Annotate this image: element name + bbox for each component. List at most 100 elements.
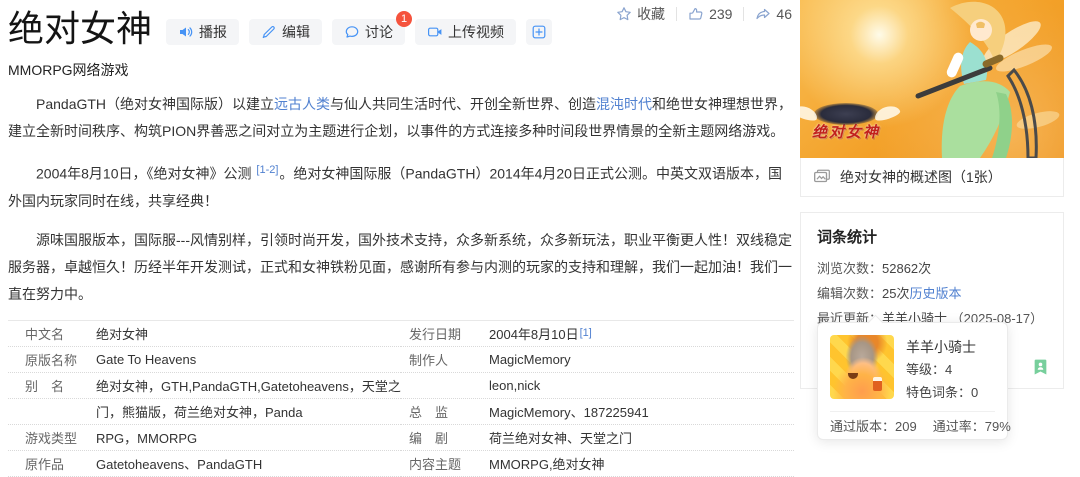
hero-image[interactable]: 绝对女神	[800, 0, 1064, 158]
divider	[743, 7, 744, 21]
infobox-row: 中文名绝对女神	[8, 321, 401, 347]
text-segment: 2004年8月10日，《绝对女神》公测	[36, 166, 255, 182]
infobox-value: Gate To Heavens	[96, 352, 196, 367]
infobox-value: 2004年8月10日	[489, 324, 579, 343]
text-segment: 与仙人共同生活时代、开创全新世界、创造	[330, 96, 596, 112]
infobox-value: MMORPG,绝对女神	[489, 454, 605, 473]
speaker-icon	[178, 24, 194, 40]
infobox-row: 别 名绝对女神，GTH,PandaGTH,Gatetoheavens，天堂之	[8, 373, 401, 399]
stat-label: 编辑次数：	[817, 286, 882, 301]
infobox-value: 绝对女神	[96, 324, 148, 343]
passed-label: 通过版本：	[830, 419, 895, 434]
album-caption: 绝对女神的概述图（1张）	[840, 167, 1002, 187]
action-label: 讨论	[365, 22, 393, 42]
action-label: 播报	[199, 22, 227, 42]
user-card-tooltip: 羊羊小骑士 等级：4 特色词条：0 通过版本：209 通过率：79%	[817, 322, 1008, 440]
upload-video-button[interactable]: 上传视频	[415, 19, 516, 45]
text-segment: PandaGTH（绝对女神国际版）以建立	[36, 96, 274, 112]
entry-subtitle: MMORPG网络游戏	[8, 60, 794, 80]
infobox-value: 绝对女神，GTH,PandaGTH,Gatetoheavens，天堂之	[96, 376, 401, 395]
infobox-row: 编 剧荷兰绝对女神、天堂之门	[401, 425, 794, 451]
infobox-label: 制作人	[401, 350, 489, 369]
infobox-col-left: 中文名绝对女神原版名称Gate To Heavens别 名绝对女神，GTH,Pa…	[8, 321, 401, 477]
infobox-row: 内容主题MMORPG,绝对女神	[401, 451, 794, 477]
user-name[interactable]: 羊羊小骑士	[906, 336, 978, 358]
stat-value: 52862次	[882, 261, 931, 276]
share-button[interactable]: 46	[755, 6, 792, 22]
infobox-row: 原作品Gatetoheavens、PandaGTH	[8, 451, 401, 477]
favorite-button[interactable]: 收藏	[616, 4, 665, 24]
inline-link[interactable]: 远古人类	[274, 96, 330, 112]
overview-album-link[interactable]: 绝对女神的概述图（1张）	[800, 158, 1064, 197]
chat-icon	[344, 24, 360, 40]
stat-value: 25次	[882, 286, 909, 301]
logo-emblem	[814, 103, 878, 125]
infobox-col-right: 发行日期2004年8月10日[1]制作人MagicMemoryleon,nick…	[401, 321, 794, 477]
page-toolbar: 收藏 239 46	[616, 4, 792, 24]
divider	[676, 7, 677, 21]
action-label: 编辑	[282, 22, 310, 42]
infobox-row: 门，熊猫版，荷兰绝对女神，Panda	[8, 399, 401, 425]
user-avatar[interactable]	[830, 335, 894, 399]
infobox-label: 发行日期	[401, 324, 489, 343]
infobox-value: Gatetoheavens、PandaGTH	[96, 454, 262, 473]
action-label: 上传视频	[448, 22, 504, 42]
level-value: 4	[945, 362, 952, 377]
main-content: 绝对女神 播报 编辑 讨论1 上传视频 MMORPG网络游戏 PandaGTH（绝对女…	[8, 0, 794, 477]
infobox-value: MagicMemory、187225941	[489, 402, 649, 421]
text-segment: 源味国服版本，国际服---风情别样，引领时尚开发，国外技术支持，众多新系统，众多…	[8, 232, 792, 302]
infobox-value: leon,nick	[489, 378, 540, 393]
stats-title: 词条统计	[817, 226, 1047, 247]
thumb-up-icon	[688, 6, 704, 22]
inline-link[interactable]: 混沌时代	[596, 96, 652, 112]
discuss-button[interactable]: 讨论1	[332, 19, 405, 45]
infobox-label: 总 监	[401, 402, 489, 421]
infobox-row: 制作人MagicMemory	[401, 347, 794, 373]
level-label: 等级：	[906, 362, 945, 377]
broadcast-button[interactable]: 播报	[166, 19, 239, 45]
entry-title: 绝对女神	[8, 6, 152, 52]
infobox-label: 别 名	[8, 376, 96, 395]
infobox-row: 游戏类型RPG，MMORPG	[8, 425, 401, 451]
passed-versions: 通过版本：209	[830, 412, 917, 442]
like-count: 239	[709, 6, 732, 22]
plus-box-icon	[531, 24, 547, 40]
pass-rate: 通过率：79%	[933, 412, 1011, 442]
stat-row: 编辑次数：25次历史版本	[817, 281, 1047, 306]
header-actions: 播报 编辑 讨论1 上传视频	[166, 19, 552, 45]
share-icon	[755, 6, 771, 22]
reference-link[interactable]: [1-2]	[256, 164, 278, 176]
rate-value: 79%	[985, 419, 1011, 434]
video-icon	[427, 24, 443, 40]
reference-link[interactable]: [1]	[580, 327, 592, 339]
star-icon	[616, 6, 632, 22]
certified-badge-icon	[1032, 357, 1049, 377]
paragraph: 源味国服版本，国际服---风情别样，引领时尚开发，国外技术支持，众多新系统，众多…	[8, 227, 794, 308]
share-count: 46	[776, 6, 792, 22]
game-logo: 绝对女神	[812, 103, 880, 142]
infobox-label: 中文名	[8, 324, 96, 343]
like-button[interactable]: 239	[688, 6, 732, 22]
infobox: 中文名绝对女神原版名称Gate To Heavens别 名绝对女神，GTH,Pa…	[8, 320, 794, 477]
favorite-label: 收藏	[637, 4, 665, 24]
infobox-row: 发行日期2004年8月10日[1]	[401, 321, 794, 347]
user-level-row: 等级：4	[906, 358, 978, 381]
infobox-label: 原版名称	[8, 350, 96, 369]
stats-rows: 浏览次数：52862次编辑次数：25次历史版本最近更新：羊羊小骑士 （2025-…	[817, 256, 1047, 331]
edit-button[interactable]: 编辑	[249, 19, 322, 45]
rate-label: 通过率：	[933, 419, 985, 434]
history-versions-link[interactable]: 历史版本	[909, 286, 961, 301]
infobox-label: 内容主题	[401, 454, 489, 473]
featured-value: 0	[971, 385, 978, 400]
infobox-row: 原版名称Gate To Heavens	[8, 347, 401, 373]
paragraph: 2004年8月10日，《绝对女神》公测 [1-2]。绝对女神国际服（PandaG…	[8, 157, 794, 215]
featured-label: 特色词条：	[906, 385, 971, 400]
passed-value: 209	[895, 419, 917, 434]
pencil-icon	[261, 24, 277, 40]
infobox-value: MagicMemory	[489, 352, 571, 367]
stat-row: 浏览次数：52862次	[817, 256, 1047, 281]
infobox-value: 门，熊猫版，荷兰绝对女神，Panda	[96, 402, 303, 421]
infobox-row: leon,nick	[401, 373, 794, 399]
add-button[interactable]	[526, 19, 552, 45]
article-paragraphs: PandaGTH（绝对女神国际版）以建立远古人类与仙人共同生活时代、开创全新世界…	[8, 91, 794, 308]
